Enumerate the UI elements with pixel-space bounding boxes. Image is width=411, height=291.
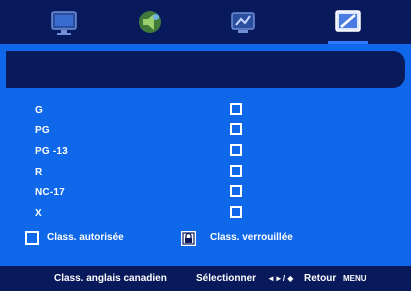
footer-bar: Class. anglais canadien Sélectionner ◄►/… xyxy=(0,266,411,291)
rating-checkbox[interactable] xyxy=(230,185,242,197)
rating-row-pg[interactable]: PG xyxy=(0,121,411,141)
rating-label: R xyxy=(35,167,43,178)
rating-checkbox[interactable] xyxy=(230,165,242,177)
navigate-arrows-icon: ◄►/ ◆ xyxy=(267,274,294,283)
lock-menu-icon[interactable] xyxy=(331,5,365,39)
rating-label: X xyxy=(35,208,42,219)
rating-row-nc-17[interactable]: NC-17 xyxy=(0,183,411,203)
rating-checkbox[interactable] xyxy=(230,206,242,218)
picture-icon[interactable] xyxy=(47,5,81,39)
allowed-legend-box xyxy=(25,231,39,245)
menu-tab-bar xyxy=(0,0,411,44)
parental-rating-screen: G PG PG -13 R NC-17 X Class. autorisée C… xyxy=(0,0,411,291)
section-header-band xyxy=(6,51,405,88)
locked-legend-label: Class. verrouillée xyxy=(210,232,293,243)
rating-row-g[interactable]: G xyxy=(0,101,411,121)
rating-checkbox[interactable] xyxy=(230,144,242,156)
rating-checkbox[interactable] xyxy=(230,103,242,115)
footer-back-label: Retour xyxy=(304,273,337,284)
footer-select-label: Sélectionner xyxy=(196,273,257,284)
rating-row-r[interactable]: R xyxy=(0,163,411,183)
active-tab-indicator xyxy=(328,41,368,44)
rating-checkbox[interactable] xyxy=(230,123,242,135)
rating-label: PG xyxy=(35,125,50,136)
sound-icon[interactable] xyxy=(133,5,167,39)
setup-icon[interactable] xyxy=(226,5,260,39)
footer-title: Class. anglais canadien xyxy=(54,273,167,284)
rating-label: PG -13 xyxy=(35,146,68,157)
rating-row-pg-13[interactable]: PG -13 xyxy=(0,142,411,162)
menu-key-label: MENU xyxy=(343,274,367,283)
rating-row-x[interactable]: X xyxy=(0,204,411,224)
lock-legend-icon xyxy=(181,231,196,246)
rating-label: G xyxy=(35,105,43,116)
rating-label: NC-17 xyxy=(35,187,65,198)
allowed-legend-label: Class. autorisée xyxy=(47,232,124,243)
